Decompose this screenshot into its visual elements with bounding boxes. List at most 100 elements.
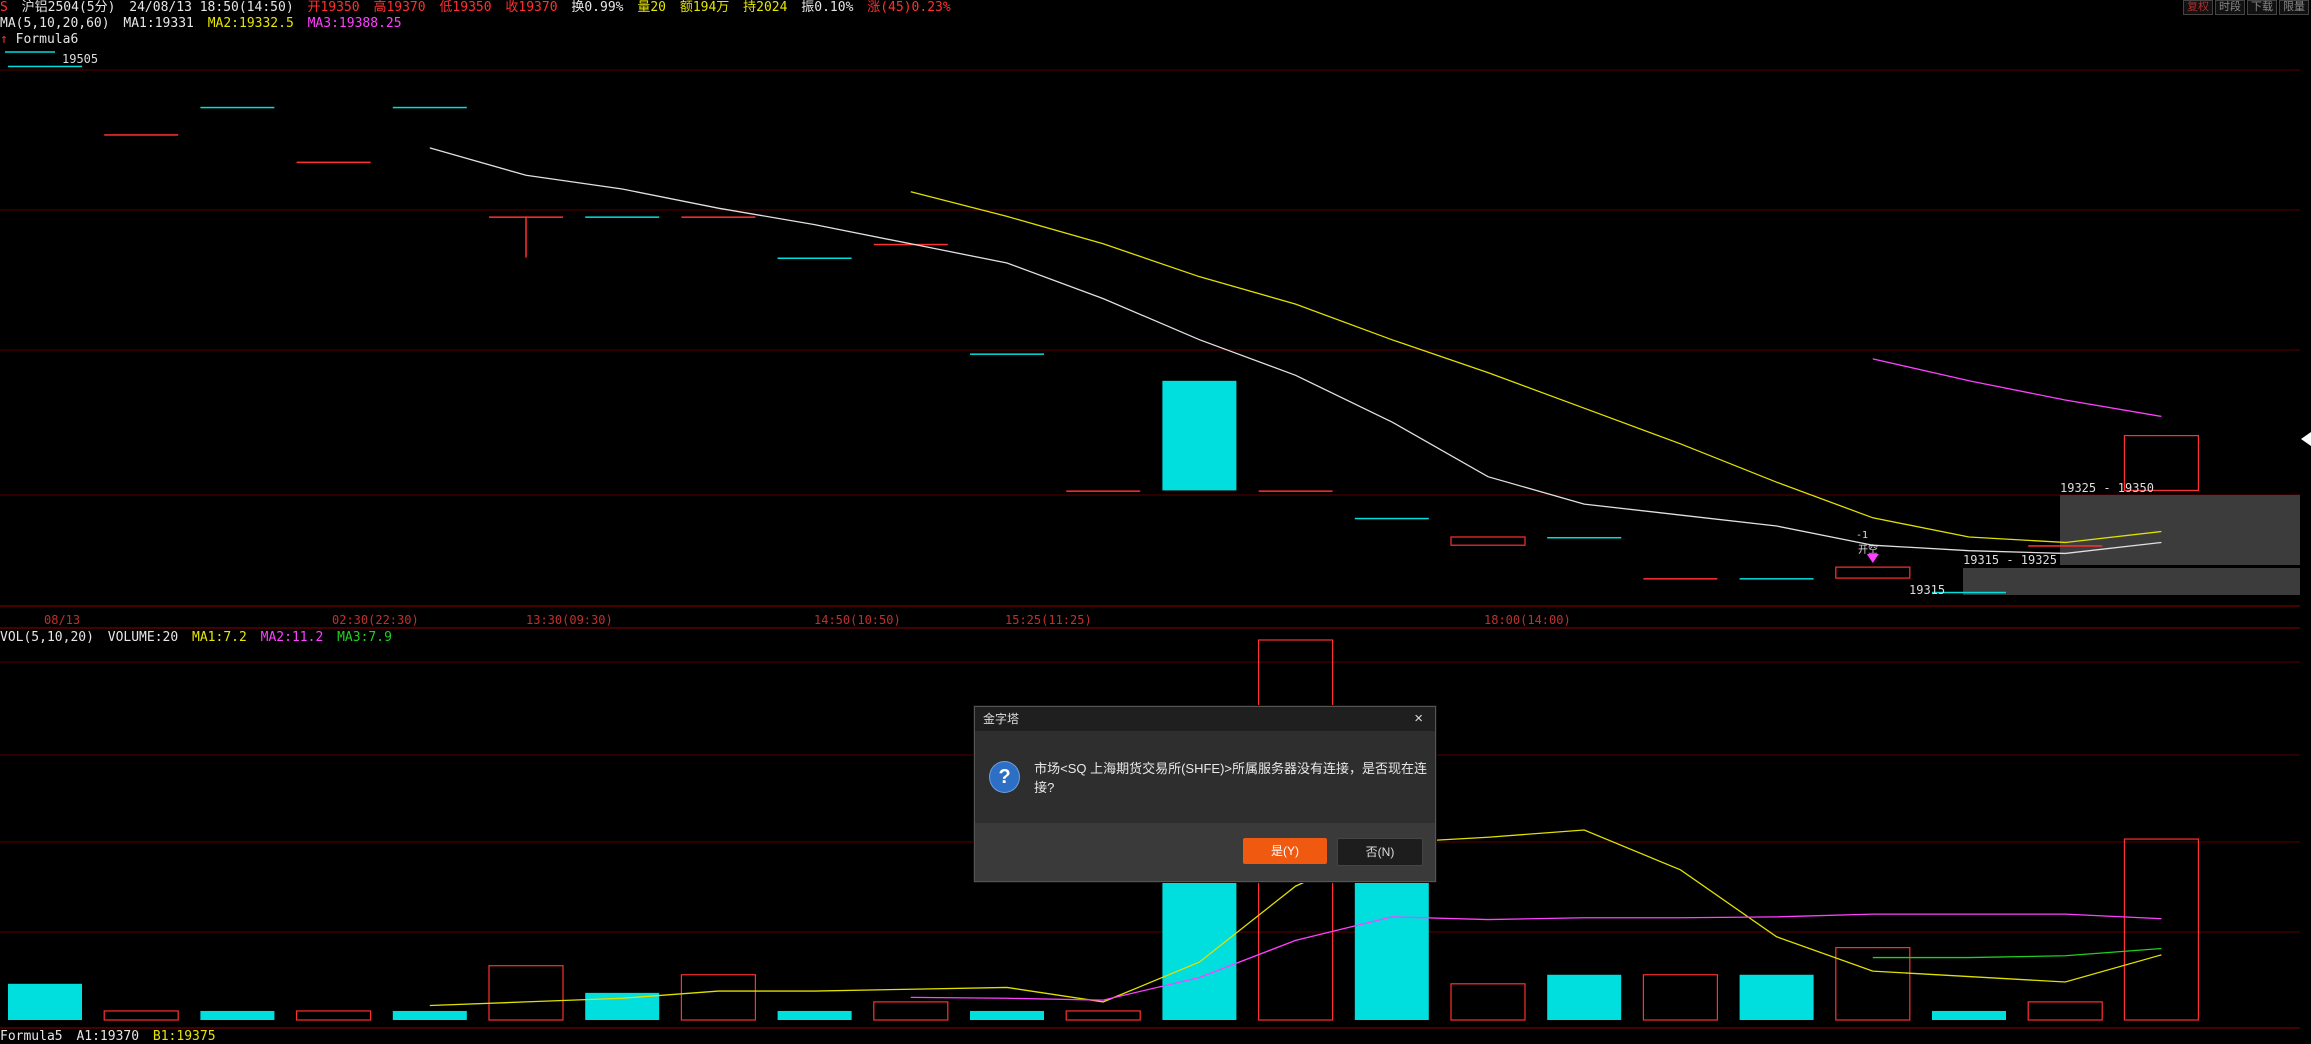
price-pointer-icon <box>2301 432 2311 446</box>
candle-body <box>104 134 179 136</box>
candle-body <box>296 161 371 164</box>
volume-bar <box>1065 1010 1141 1021</box>
ma1-line <box>429 147 2162 555</box>
toolbar-button-period[interactable]: 时段 <box>2215 0 2245 15</box>
ma3-value: MA3:19388.25 <box>307 16 402 31</box>
high-price-mark: 19505 <box>62 52 99 66</box>
yes-button[interactable]: 是(Y) <box>1243 838 1327 864</box>
volume-bar <box>1835 947 1911 1021</box>
volume-bar <box>2123 838 2199 1021</box>
vol-label[interactable]: VOL(5,10,20) <box>0 630 94 645</box>
open-price: 开19350 <box>307 0 360 15</box>
time-label-3: 14:50(10:50) <box>814 613 901 627</box>
volume-value: 量20 <box>637 0 666 15</box>
ma-indicator-line: MA(5,10,20,60) MA1:19331 MA2:19332.5 MA3… <box>0 16 408 32</box>
connect-dialog: 金字塔 × ? 市场<SQ 上海期货交易所(SHFE)>所属服务器没有连接，是否… <box>974 706 1436 882</box>
candle-body <box>1835 566 1911 579</box>
candle-body <box>1643 578 1718 580</box>
formula6-label[interactable]: Formula6 <box>16 32 79 47</box>
ma2-value: MA2:19332.5 <box>207 16 294 31</box>
dialog-titlebar[interactable]: 金字塔 × <box>975 707 1435 731</box>
dialog-title: 金字塔 <box>983 712 1020 726</box>
time-label-0: 08/13 <box>44 613 81 627</box>
volume-bar <box>970 1010 1044 1020</box>
question-icon: ? <box>989 761 1021 793</box>
toolbar-button-adjust[interactable]: 复权 <box>2183 0 2213 15</box>
signal-number: -1 <box>1856 530 1869 541</box>
volume-bar <box>873 1001 949 1021</box>
dialog-body: ? 市场<SQ 上海期货交易所(SHFE)>所属服务器没有连接，是否现在连接? <box>975 731 1435 823</box>
formula5-a1: A1:19370 <box>76 1029 140 1044</box>
range-box-upper <box>2060 495 2300 565</box>
volume-bar <box>2027 1001 2103 1021</box>
volume-bar <box>1932 1010 2006 1020</box>
close-price: 收19370 <box>505 0 558 15</box>
candle-body <box>392 106 467 109</box>
dialog-message: 市场<SQ 上海期货交易所(SHFE)>所属服务器没有连接，是否现在连接? <box>1034 761 1428 795</box>
ma-label[interactable]: MA(5,10,20,60) <box>0 16 110 31</box>
time-label-2: 13:30(09:30) <box>526 613 613 627</box>
time-label-4: 15:25(11:25) <box>1005 613 1092 627</box>
bar-datetime: 24/08/13 18:50(14:50) <box>129 0 294 15</box>
contract-name[interactable]: 沪铝2504(5分) <box>22 0 116 15</box>
kline-chart[interactable] <box>0 0 2311 1044</box>
candle-body <box>2028 545 2103 547</box>
candle-body <box>200 106 275 109</box>
volume-bar <box>488 965 564 1021</box>
contract-icon: S <box>0 0 8 15</box>
candle-body <box>777 257 852 259</box>
volume-bar <box>777 1010 852 1020</box>
high-price: 高19370 <box>373 0 426 15</box>
range-lower-label: 19315 - 19325 <box>1963 553 2057 567</box>
candle-body <box>1066 490 1141 492</box>
toolbar-button-limit[interactable]: 限量 <box>2279 0 2309 15</box>
amplitude: 振0.10% <box>801 0 854 15</box>
turnover-rate: 换0.99% <box>571 0 624 15</box>
formula5-line: Formula5 A1:19370 B1:19375 <box>0 1030 222 1044</box>
volume-bar <box>296 1010 372 1021</box>
volume-bar <box>8 983 82 1020</box>
low-price-mark: 19315 <box>1909 583 1946 597</box>
volume-bar <box>1450 983 1526 1021</box>
candle-body <box>1739 578 1814 580</box>
volume-bar <box>103 1010 179 1021</box>
range-box-lower <box>1963 568 2300 595</box>
time-label-5: 18:00(14:00) <box>1484 613 1571 627</box>
volume-bar <box>392 1010 467 1020</box>
volume-bar <box>200 1010 275 1020</box>
candle-body <box>1258 490 1333 492</box>
candle-body <box>585 216 660 218</box>
ma1-value: MA1:19331 <box>123 16 194 31</box>
candle-body <box>1354 517 1429 520</box>
time-label-1: 02:30(22:30) <box>332 613 419 627</box>
toolbar-button-download[interactable]: 下载 <box>2247 0 2277 15</box>
vol-ma2: MA2:11.2 <box>260 630 324 645</box>
volume-bar <box>1739 974 1814 1020</box>
vol-ma3-line <box>1872 947 2162 959</box>
volume-bar <box>680 974 757 1021</box>
volume-bar <box>1642 974 1719 1021</box>
candle-body <box>681 216 756 218</box>
no-button[interactable]: 否(N) <box>1337 838 1423 866</box>
volume-indicator-line: VOL(5,10,20) VOLUME:20 MA1:7.2 MA2:11.2 … <box>0 630 398 646</box>
candle-body <box>1162 380 1237 491</box>
candle-body <box>970 353 1044 355</box>
rise-value: 涨(45)0.23% <box>867 0 951 15</box>
open-interest: 持2024 <box>743 0 788 15</box>
formula6-line: ↑ Formula6 <box>0 32 78 48</box>
dialog-footer: 是(Y) 否(N) <box>975 823 1435 881</box>
top-right-toolbar: 复权 时段 下载 限量 <box>2183 0 2309 15</box>
formula5-label[interactable]: Formula5 <box>0 1029 63 1044</box>
vol-ma1: MA1:7.2 <box>192 630 247 645</box>
range-upper-label: 19325 - 19350 <box>2060 481 2154 495</box>
amount-value: 额194万 <box>679 0 730 15</box>
close-icon[interactable]: × <box>1414 707 1423 731</box>
low-price: 低19350 <box>439 0 492 15</box>
arrow-up-icon: ↑ <box>0 32 8 47</box>
signal-text: 开空 <box>1858 545 1878 556</box>
candle-body <box>1450 536 1526 546</box>
ma3-line <box>1872 358 2162 418</box>
vol-value: VOLUME:20 <box>107 630 179 645</box>
formula5-b1: B1:19375 <box>152 1029 216 1044</box>
vol-ma3: MA3:7.9 <box>337 630 392 645</box>
